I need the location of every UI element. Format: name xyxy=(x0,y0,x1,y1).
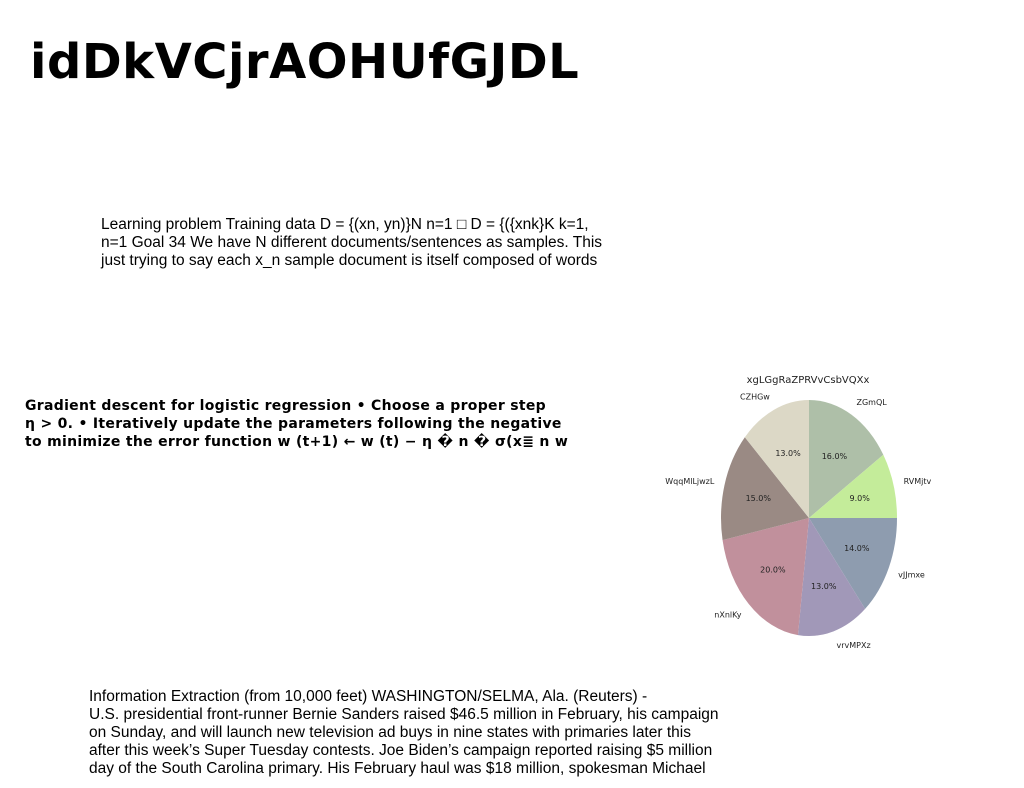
pie-pct-label: 14.0% xyxy=(844,544,870,553)
text-line: to minimize the error function w (t+1) ←… xyxy=(25,434,569,450)
text-line: just trying to say each x_n sample docum… xyxy=(101,252,598,269)
pie-category-label: CZHGw xyxy=(740,393,770,402)
page-title: idDkVCjrAOHUfGJDL xyxy=(30,34,580,90)
text-line: Learning problem Training data D = {(xn,… xyxy=(101,216,589,233)
pie-pct-label: 13.0% xyxy=(811,582,837,591)
text-line: U.S. presidential front-runner Bernie Sa… xyxy=(89,706,719,723)
text-line: day of the South Carolina primary. His F… xyxy=(89,760,706,777)
pie-pct-label: 16.0% xyxy=(822,452,848,461)
chart-title: xgLGgRaZPRVvCsbVQXx xyxy=(747,375,870,386)
pie-pct-label: 9.0% xyxy=(850,494,871,503)
pie-chart-svg: xgLGgRaZPRVvCsbVQXx 16.0% ZGmQL 9.0% RVMjtv… xyxy=(665,375,932,650)
gradient-descent-text: Gradient descent for logistic regression… xyxy=(25,397,568,451)
pie-category-label: ZGmQL xyxy=(856,398,887,407)
text-line: Information Extraction (from 10,000 feet… xyxy=(89,688,648,705)
pie-category-label: nXnlKy xyxy=(714,610,742,619)
text-line: η > 0. • Iteratively update the paramete… xyxy=(25,416,562,432)
pie-pct-label: 13.0% xyxy=(775,449,801,458)
text-line: Gradient descent for logistic regression… xyxy=(25,398,546,414)
pie-pct-label: 20.0% xyxy=(760,566,786,575)
text-line: after this week’s Super Tuesday contests… xyxy=(89,742,713,759)
pie-category-label: vrvMPXz xyxy=(836,641,870,650)
pie-category-label: vJJmxe xyxy=(898,570,925,579)
pie-category-label: RVMjtv xyxy=(904,477,932,486)
pie-pct-label: 15.0% xyxy=(746,494,772,503)
pie-chart: xgLGgRaZPRVvCsbVQXx 16.0% ZGmQL 9.0% RVMjtv… xyxy=(660,366,950,656)
pie-category-label: WqqMlLjwzL xyxy=(665,477,715,486)
text-line: n=1 Goal 34 We have N different document… xyxy=(101,234,603,251)
information-extraction-text: Information Extraction (from 10,000 feet… xyxy=(89,688,719,778)
learning-problem-text: Learning problem Training data D = {(xn,… xyxy=(101,216,602,270)
text-line: on Sunday, and will launch new televisio… xyxy=(89,724,691,741)
